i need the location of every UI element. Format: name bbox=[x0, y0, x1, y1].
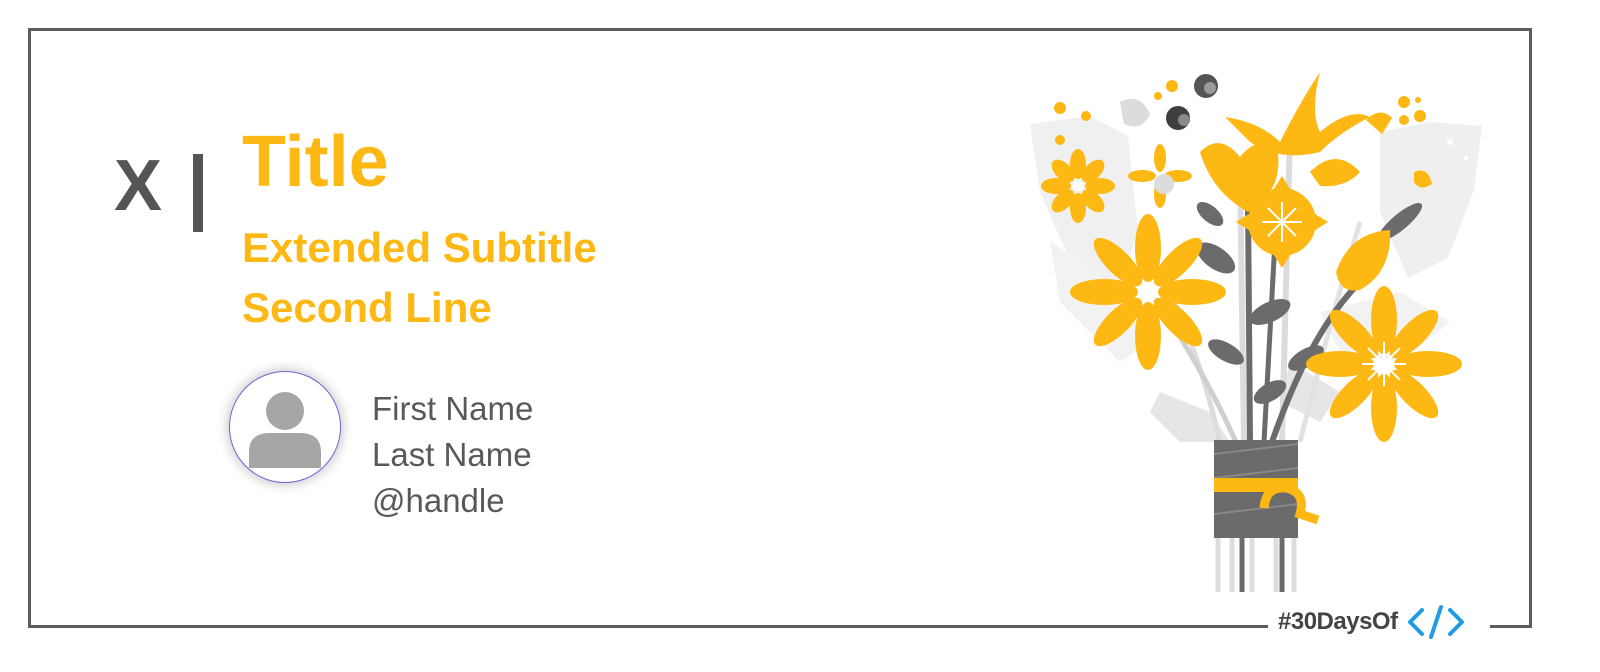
author-first-name: First Name bbox=[372, 390, 534, 427]
author-handle: @handle bbox=[372, 482, 505, 519]
brand-text: #30DaysOf bbox=[1278, 608, 1398, 635]
subtitle-line-2: Second Line bbox=[242, 284, 492, 331]
author-info: First Name Last Name @handle bbox=[372, 386, 533, 524]
title-divider bbox=[193, 154, 203, 232]
avatar bbox=[229, 371, 341, 483]
user-silhouette-icon bbox=[249, 392, 321, 468]
subtitle-line-1: Extended Subtitle bbox=[242, 224, 597, 271]
author-last-name: Last Name bbox=[372, 436, 532, 473]
brand-logo: #30DaysOf bbox=[1278, 604, 1466, 640]
flower-bouquet-illustration bbox=[1030, 72, 1482, 592]
code-brackets-icon bbox=[1407, 605, 1464, 639]
subtitle: Extended Subtitle Second Line bbox=[242, 218, 722, 338]
series-prefix: X bbox=[114, 146, 164, 226]
page-title: Title bbox=[242, 122, 389, 202]
